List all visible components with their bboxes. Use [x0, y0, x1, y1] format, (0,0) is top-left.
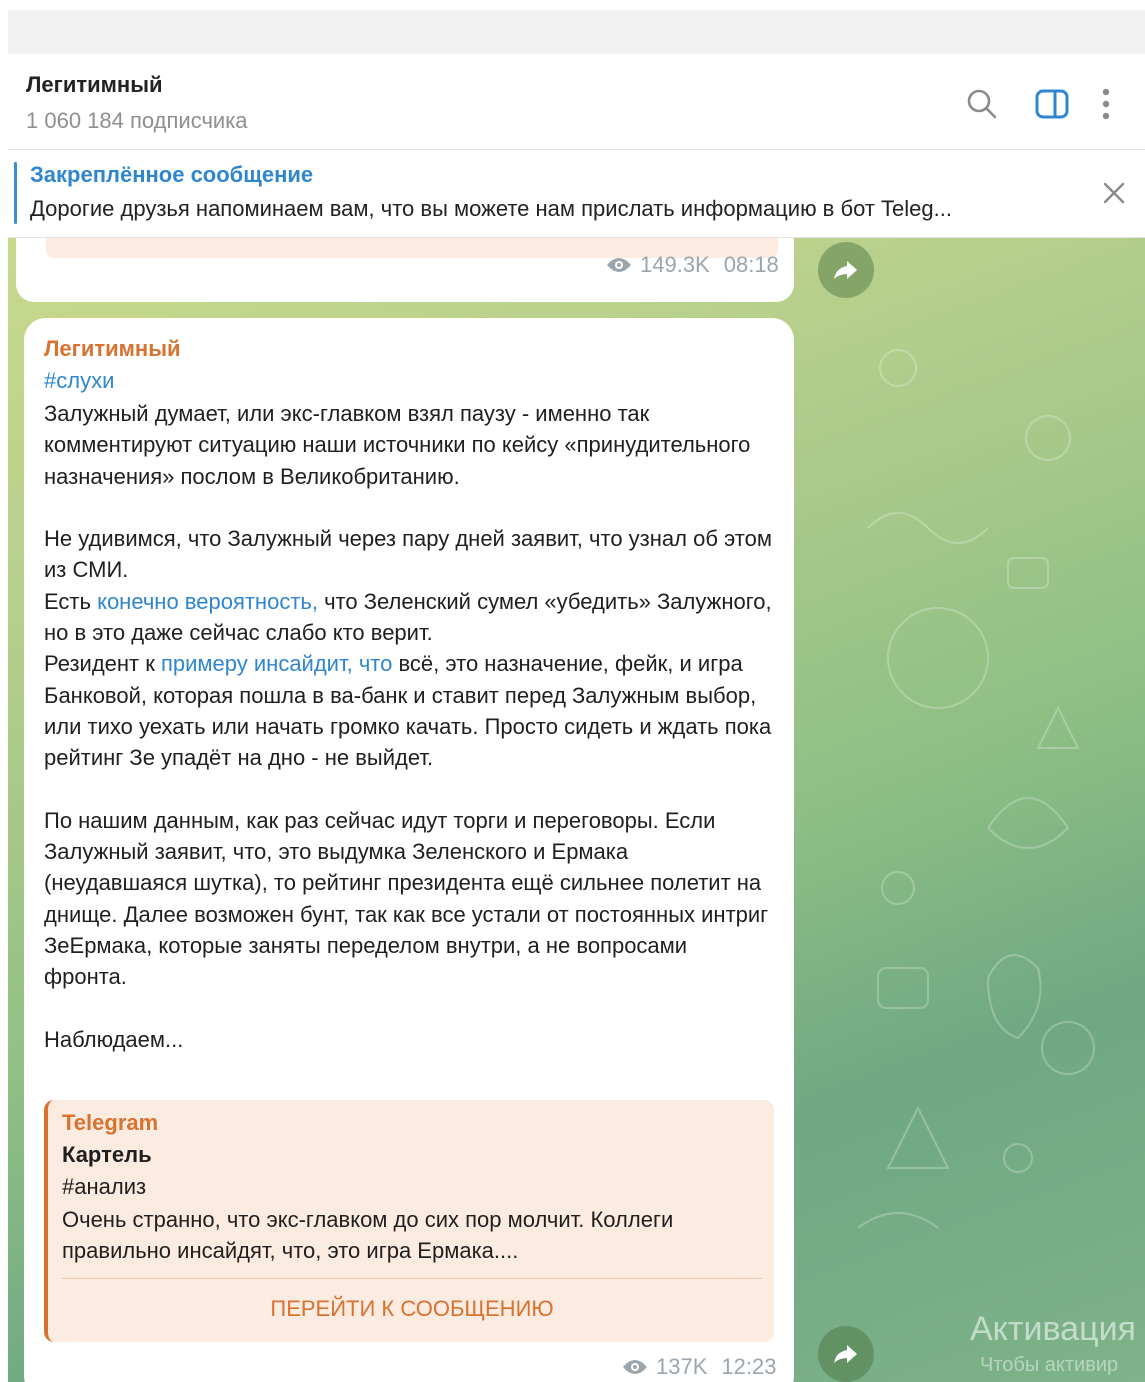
activation-watermark-sub: Чтобы активир	[980, 1354, 1119, 1376]
views-eye-icon	[607, 258, 631, 272]
paragraph-4: Резидент к примеру инсайдит, что всё, эт…	[44, 651, 772, 771]
window-top-strip	[8, 10, 1145, 54]
chat-area[interactable]: 149.3K 08:18 Легитимный #слухи Залужный …	[8, 238, 1145, 1382]
sidebar-toggle-icon[interactable]	[1032, 84, 1072, 124]
previous-views: 149.3K	[640, 252, 710, 277]
pinned-label: Закреплённое сообщение	[30, 162, 314, 187]
channel-title[interactable]: Легитимный	[26, 72, 163, 98]
forwarded-quote[interactable]: Telegram Картель #анализ Очень странно, …	[44, 1100, 774, 1342]
message-hashtag[interactable]: #слухи	[44, 368, 114, 394]
quote-title: Картель	[62, 1142, 152, 1167]
pinned-message-bar[interactable]: Закреплённое сообщение Дорогие друзья на…	[8, 150, 1145, 238]
previous-time: 08:18	[723, 252, 779, 277]
message-text: Залужный думает, или экс-главком взял па…	[44, 398, 774, 1055]
chat-header: Легитимный 1 060 184 подписчика	[8, 54, 1145, 150]
activation-watermark: Активация	[970, 1310, 1136, 1348]
pinned-text: Дорогие друзья напоминаем вам, что вы мо…	[30, 196, 952, 221]
quote-source: Telegram	[62, 1110, 159, 1135]
forward-icon	[834, 1345, 857, 1363]
message-views: 137K	[656, 1354, 708, 1379]
previous-message-meta: 149.3K 08:18	[606, 252, 779, 278]
paragraph-5: По нашим данным, как раз сейчас идут тор…	[44, 807, 769, 990]
quote-divider	[62, 1278, 762, 1279]
pinned-indicator	[14, 162, 17, 224]
close-icon[interactable]	[1097, 176, 1131, 210]
background-pattern-icon	[857, 349, 1095, 1229]
link-insider[interactable]: примеру инсайдит, что	[161, 651, 392, 676]
message-meta: 137K 12:23	[622, 1354, 776, 1380]
paragraph-6: Наблюдаем...	[44, 1026, 184, 1052]
paragraph-3: Есть конечно вероятность, что Зеленский …	[44, 588, 772, 646]
link-probability[interactable]: конечно вероятность,	[97, 589, 318, 614]
quote-text: Очень странно, что экс-главком до сих по…	[62, 1207, 674, 1263]
views-eye-icon	[623, 1360, 647, 1374]
forward-icon	[834, 261, 857, 279]
paragraph-2: Не удивимся, что Залужный через пару дне…	[44, 526, 772, 583]
message-time: 12:23	[721, 1354, 777, 1379]
forward-button[interactable]	[818, 1326, 874, 1382]
subscriber-count: 1 060 184 подписчика	[26, 108, 248, 133]
message-bubble[interactable]: Легитимный #слухи Залужный думает, или э…	[24, 318, 794, 1382]
message-author[interactable]: Легитимный	[44, 336, 181, 362]
go-to-message-button[interactable]: ПЕРЕЙТИ К СООБЩЕНИЮ	[62, 1286, 762, 1332]
quote-hashtag: #анализ	[62, 1174, 147, 1199]
paragraph-1: Залужный думает, или экс-главком взял па…	[44, 401, 751, 489]
search-icon[interactable]	[962, 84, 1002, 124]
more-icon[interactable]	[1096, 84, 1116, 124]
forward-button[interactable]	[818, 242, 874, 298]
previous-message-bubble[interactable]: 149.3K 08:18	[16, 238, 794, 302]
